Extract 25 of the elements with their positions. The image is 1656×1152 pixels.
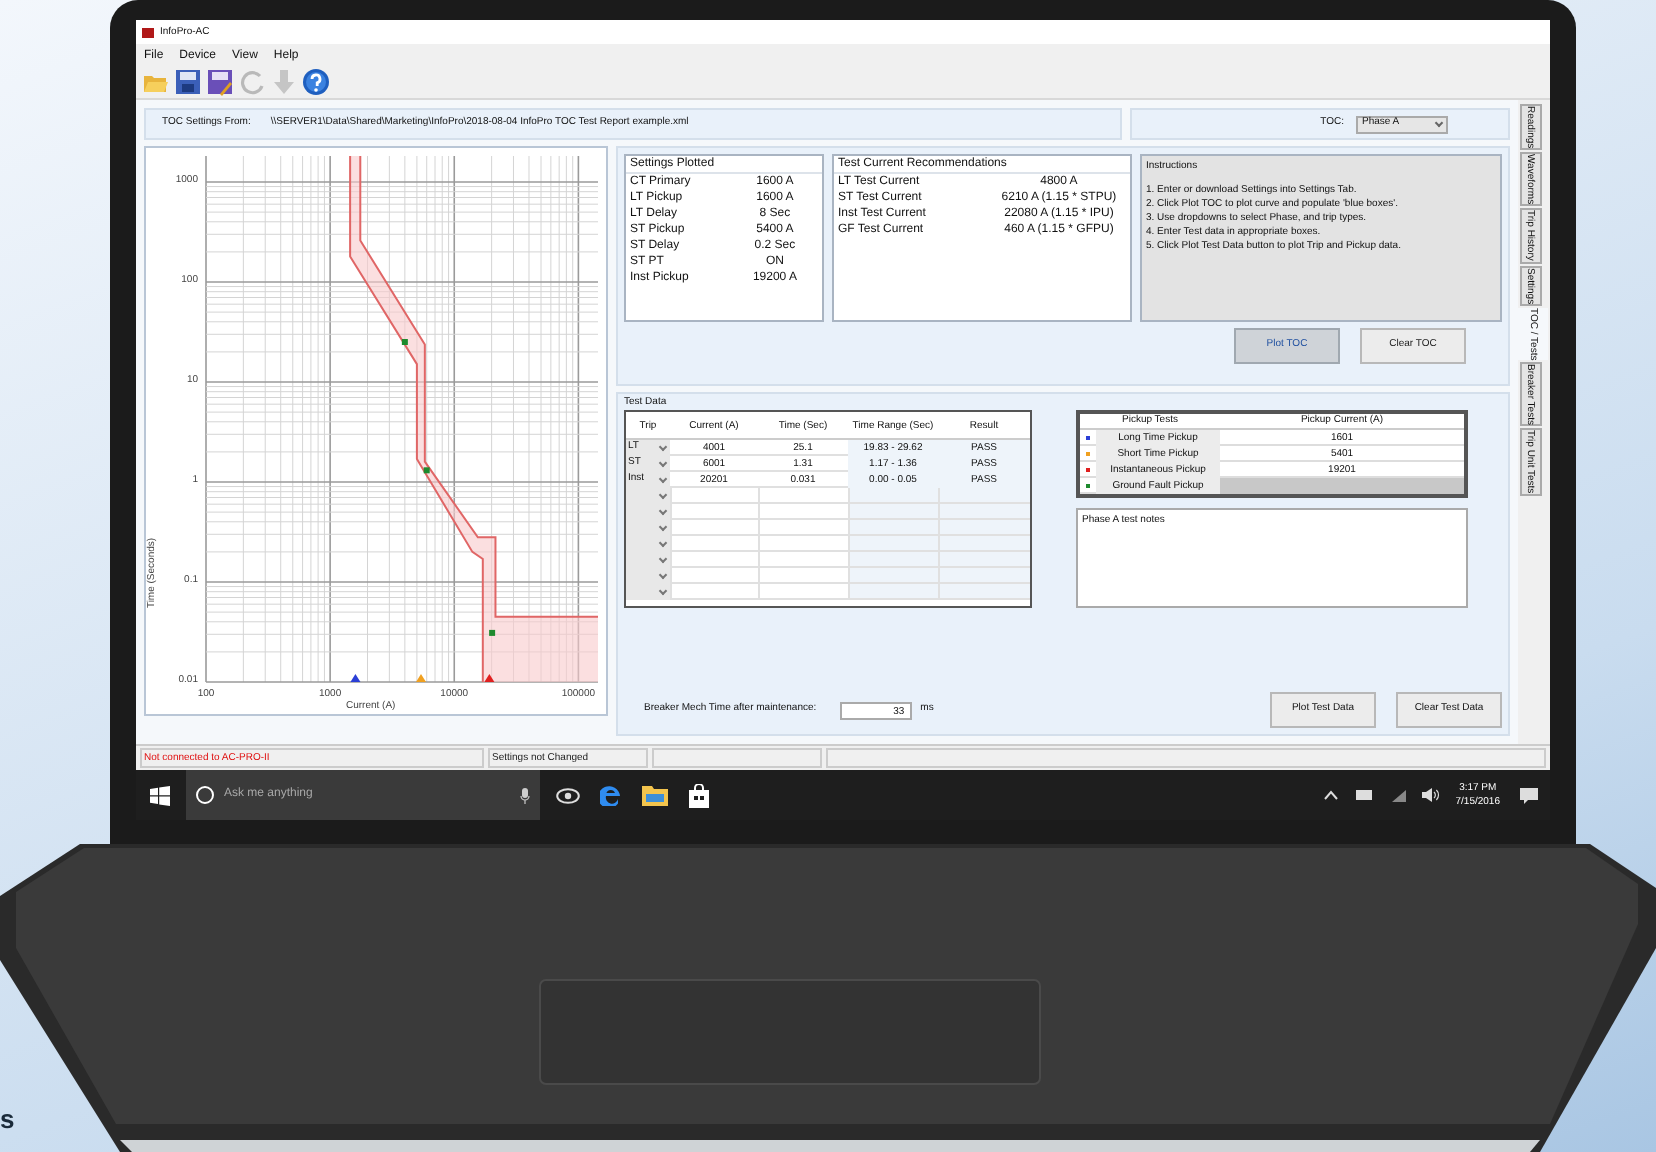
test-point [423,467,430,474]
save-as-icon[interactable] [206,68,234,96]
app-icon [142,27,154,37]
folder-icon[interactable] [642,784,668,806]
wifi-icon [1391,789,1406,801]
help-icon[interactable] [302,68,330,96]
test-point [401,339,408,345]
windows-start-icon[interactable] [150,785,170,805]
task-view-icon[interactable] [556,787,580,803]
speaker-icon[interactable] [1421,788,1440,802]
notification-icon[interactable] [1520,787,1538,803]
pickup-marker [350,674,361,682]
caption-fragment: s [0,1106,15,1132]
trip-dropdown[interactable] [626,584,670,600]
cortana-icon [196,786,214,804]
browser-icon[interactable] [600,784,622,806]
chevron-up-icon[interactable] [1323,790,1338,800]
store-bag-icon[interactable] [688,783,710,807]
dropdown-arrow-icon [1434,118,1444,128]
microphone-icon [520,787,530,803]
pickup-marker [416,674,426,682]
test-point [489,629,496,636]
battery-icon [1355,790,1374,800]
save-icon[interactable] [174,68,202,96]
pickup-marker [484,674,495,682]
